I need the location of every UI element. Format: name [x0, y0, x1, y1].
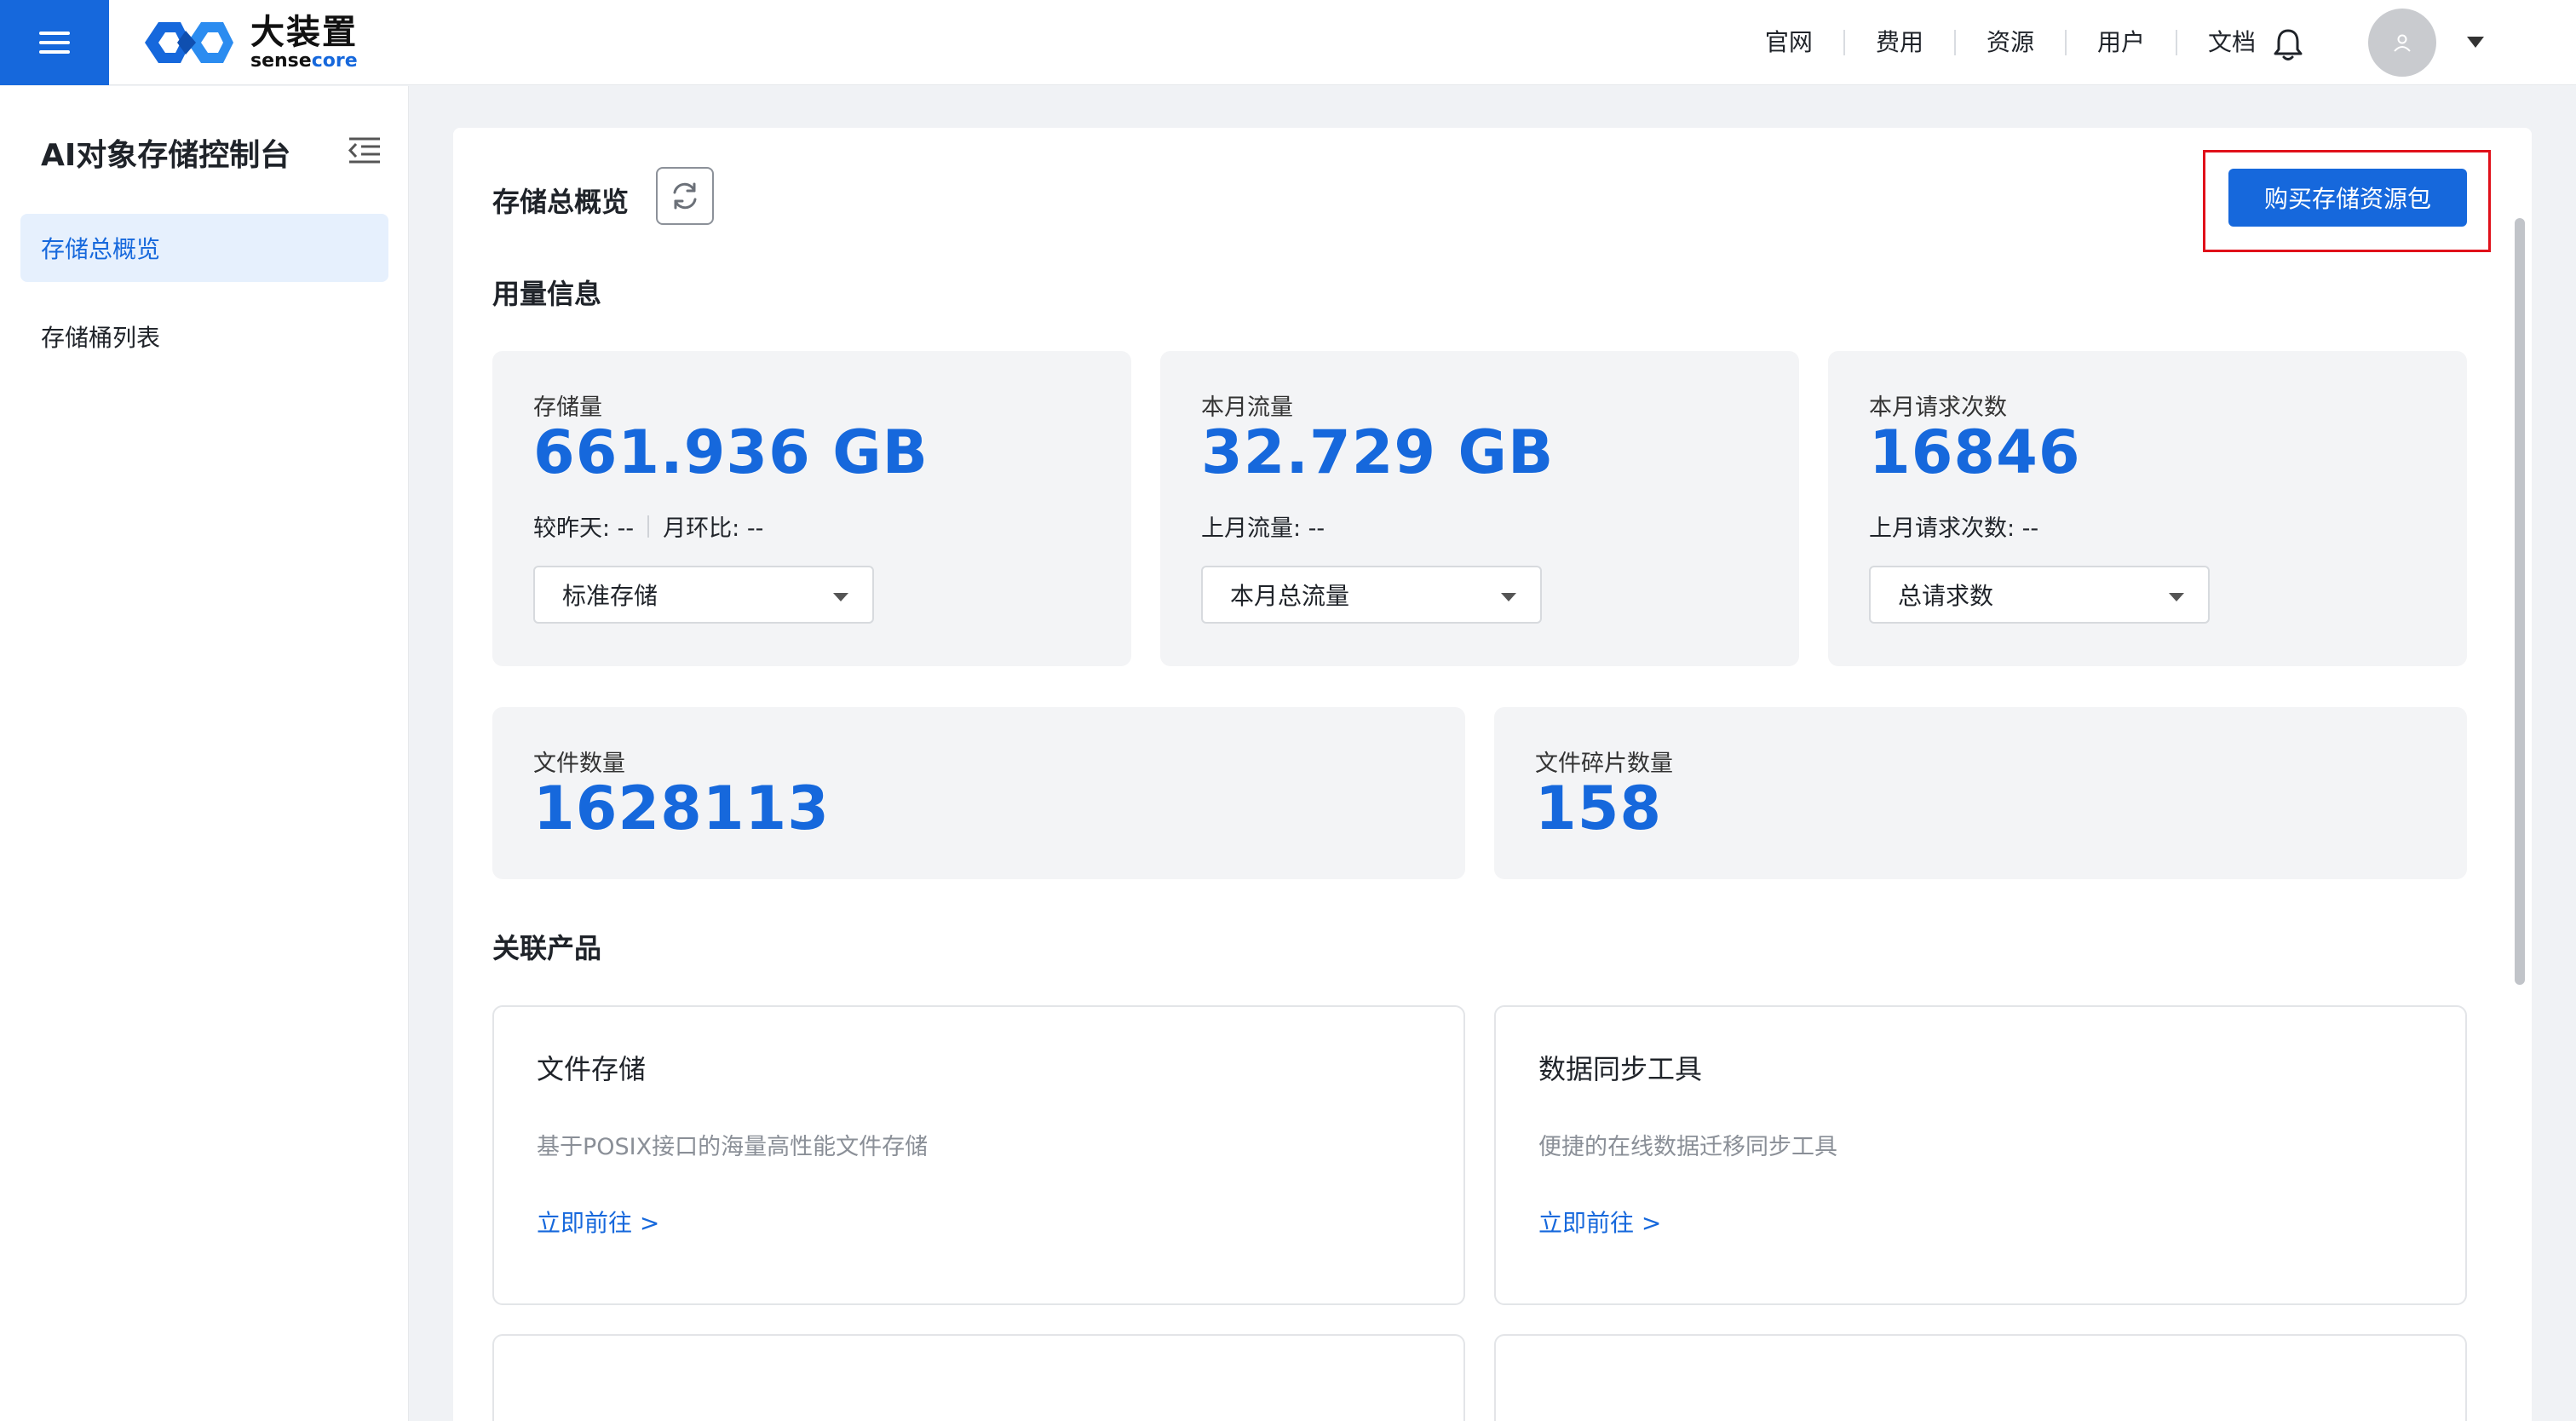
request-type-select[interactable]: 总请求数: [1869, 566, 2210, 624]
product-card-data-sync: 数据同步工具 便捷的在线数据迁移同步工具 立即前往 >: [1494, 1005, 2467, 1305]
usage-heading: 用量信息: [492, 278, 602, 310]
nav-official-site[interactable]: 官网: [1734, 30, 1845, 55]
stat-value: 1628113: [533, 774, 830, 843]
menu-button[interactable]: [0, 0, 109, 85]
sidebar-item-overview[interactable]: 存储总概览: [20, 214, 388, 282]
product-description: 基于POSIX接口的海量高性能文件存储: [537, 1134, 929, 1160]
menu-icon: [39, 32, 70, 54]
select-value: 本月总流量: [1230, 582, 1350, 610]
stat-value: 32.729 GB: [1201, 417, 1555, 487]
scrollbar-thumb[interactable]: [2515, 218, 2525, 985]
product-card: [492, 1334, 1465, 1421]
product-description: 便捷的在线数据迁移同步工具: [1538, 1134, 1837, 1160]
product-title: 数据同步工具: [1538, 1053, 1703, 1085]
nav-users[interactable]: 用户: [2067, 30, 2177, 55]
compare-last-month: 上月请求次数: --: [1869, 515, 2039, 542]
logo[interactable]: 大装置 sensecore: [136, 10, 358, 75]
sidebar-item-bucket-list[interactable]: 存储桶列表: [20, 302, 388, 371]
chevron-down-icon: [833, 593, 848, 601]
storage-card: 存储量 661.936 GB 较昨天: -- 月环比: -- 标准存储: [492, 351, 1131, 666]
logo-title: 大装置: [250, 13, 358, 52]
compare-yesterday: 较昨天: --: [533, 515, 635, 542]
fragment-count-card: 文件碎片数量 158: [1494, 707, 2467, 879]
nav-billing[interactable]: 费用: [1845, 30, 1956, 55]
stat-compare: 较昨天: -- 月环比: --: [533, 509, 763, 543]
product-card: [1494, 1334, 2467, 1421]
sensecore-logo-icon: [145, 22, 233, 63]
product-card-file-storage: 文件存储 基于POSIX接口的海量高性能文件存储 立即前往 >: [492, 1005, 1465, 1305]
file-count-card: 文件数量 1628113: [492, 707, 1465, 879]
logo-subtitle: sensecore: [250, 50, 358, 72]
stat-value: 16846: [1869, 417, 2081, 487]
traffic-type-select[interactable]: 本月总流量: [1201, 566, 1542, 624]
collapse-menu-icon[interactable]: [348, 135, 382, 166]
divider: [647, 515, 650, 538]
page-title: 存储总概览: [492, 186, 630, 218]
stat-value: 158: [1535, 774, 1663, 843]
top-bar: 大装置 sensecore 官网 费用 资源 用户 文档: [0, 0, 2576, 85]
chevron-down-icon[interactable]: [2465, 34, 2486, 51]
related-products-heading: 关联产品: [492, 932, 602, 964]
compare-month: 月环比: --: [663, 515, 764, 542]
requests-card: 本月请求次数 16846 上月请求次数: -- 总请求数: [1828, 351, 2467, 666]
avatar[interactable]: [2368, 9, 2436, 77]
refresh-button[interactable]: [656, 167, 714, 225]
select-value: 标准存储: [562, 582, 658, 610]
stat-compare: 上月请求次数: --: [1869, 509, 2038, 543]
refresh-icon: [673, 182, 697, 210]
chevron-down-icon: [1501, 593, 1516, 601]
stat-value: 661.936 GB: [533, 417, 929, 487]
traffic-card: 本月流量 32.729 GB 上月流量: -- 本月总流量: [1160, 351, 1799, 666]
sidebar: AI对象存储控制台 存储总概览 存储桶列表: [0, 86, 409, 1421]
buy-storage-package-button[interactable]: 购买存储资源包: [2228, 169, 2467, 227]
go-now-link[interactable]: 立即前往 >: [537, 1205, 659, 1239]
chevron-down-icon: [2169, 593, 2184, 601]
compare-last-month: 上月流量: --: [1201, 515, 1325, 542]
bell-icon[interactable]: [2269, 26, 2307, 63]
user-icon: [2394, 34, 2411, 52]
top-nav: 官网 费用 资源 用户 文档: [1734, 0, 2286, 85]
select-value: 总请求数: [1898, 582, 1994, 610]
nav-resources[interactable]: 资源: [1956, 30, 2067, 55]
go-now-link[interactable]: 立即前往 >: [1538, 1205, 1661, 1239]
stat-compare: 上月流量: --: [1201, 509, 1325, 543]
console-title: AI对象存储控制台: [41, 138, 291, 173]
product-title: 文件存储: [537, 1053, 647, 1085]
storage-type-select[interactable]: 标准存储: [533, 566, 874, 624]
